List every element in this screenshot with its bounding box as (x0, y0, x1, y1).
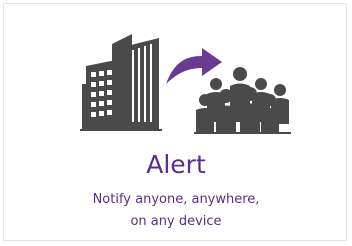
card-subtitle-line-1: Notify anyone, anywhere, (92, 192, 260, 207)
alert-illustration (80, 34, 291, 134)
alert-card[interactable]: Alert Notify anyone, anywhere, on any de… (3, 3, 347, 241)
card-subtitle-line-2: on any device (130, 214, 222, 229)
building-icon (80, 34, 162, 131)
card-title: Alert (146, 150, 206, 179)
group-people-icon (194, 67, 291, 134)
